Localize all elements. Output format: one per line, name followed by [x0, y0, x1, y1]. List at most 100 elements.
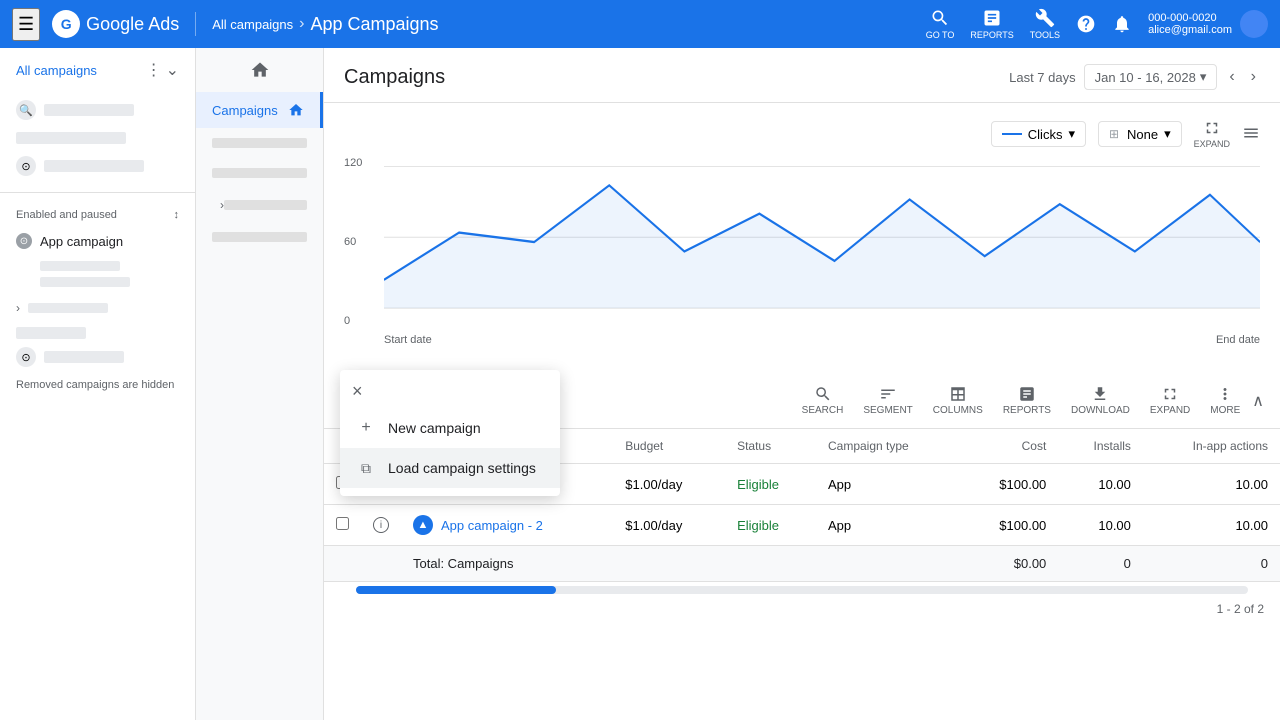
notifications-button[interactable]	[1112, 14, 1132, 34]
sidebar-item-2[interactable]	[196, 128, 323, 158]
prev-date-button[interactable]: ‹	[1225, 64, 1238, 90]
status-badge-2: Eligible	[737, 518, 779, 533]
expand-action-button[interactable]: EXPAND	[1142, 381, 1198, 420]
plus-icon: +	[356, 418, 376, 438]
date-preset-label: Last 7 days	[1009, 70, 1076, 85]
budget-cell-2: $1.00/day	[613, 505, 725, 546]
budget-cell-1: $1.00/day	[613, 464, 725, 505]
chart-more-button[interactable]	[1242, 124, 1260, 145]
col-installs: Installs	[1058, 429, 1143, 464]
user-email: alice@gmail.com	[1148, 24, 1232, 36]
next-date-button[interactable]: ›	[1247, 64, 1260, 90]
total-row: Total: Campaigns $0.00 0 0	[324, 546, 1280, 582]
brand-name: Google Ads	[86, 14, 179, 35]
close-dropdown-button[interactable]: ×	[352, 382, 363, 400]
columns-action-button[interactable]: COLUMNS	[925, 381, 991, 420]
sub-sidebar-home[interactable]	[196, 48, 323, 92]
segment-button[interactable]: ⊞ None ▾	[1098, 121, 1182, 147]
search-icon-2: ⊙	[16, 156, 36, 176]
total-label: Total: Campaigns	[401, 546, 613, 582]
page-header: Campaigns Last 7 days Jan 10 - 16, 2028 …	[324, 48, 1280, 103]
sidebar-more-button[interactable]: ⋮	[146, 60, 162, 80]
cost-cell-2: $100.00	[960, 505, 1058, 546]
sidebar-section-label: Enabled and paused ↕	[0, 201, 195, 225]
chart-expand-button[interactable]: EXPAND	[1194, 119, 1230, 149]
in-app-cell-1: 10.00	[1143, 464, 1280, 505]
load-settings-label: Load campaign settings	[388, 460, 536, 476]
google-ads-logo: G Google Ads	[52, 10, 179, 38]
sidebar-item-campaigns[interactable]: Campaigns	[196, 92, 323, 128]
hamburger-menu-button[interactable]: ☰	[12, 8, 40, 41]
col-status: Status	[725, 429, 816, 464]
nav-actions: GO TO REPORTS TOOLS 000-000-0020 alice@g…	[926, 8, 1268, 40]
chart-container: 120 60 0 Start date End date	[344, 157, 1260, 357]
page-title: Campaigns	[344, 66, 445, 89]
load-settings-icon: ⧉	[356, 458, 376, 478]
sidebar-item-5[interactable]	[196, 222, 323, 252]
user-avatar[interactable]	[1240, 10, 1268, 38]
total-cost: $0.00	[960, 546, 1058, 582]
pagination-info: 1 - 2 of 2	[324, 594, 1280, 624]
clicks-metric-button[interactable]: Clicks ▾	[991, 121, 1086, 147]
sidebar-header: All campaigns ⋮ ⌄	[0, 48, 195, 92]
user-account: 000-000-0020	[1148, 12, 1232, 24]
campaign-cell-2: ▲ App campaign - 2	[413, 515, 601, 535]
search-icon-1: 🔍	[16, 100, 36, 120]
more-action-button[interactable]: MORE	[1202, 381, 1248, 420]
segment-label: None	[1127, 127, 1158, 142]
load-settings-menu-item[interactable]: ⧉ Load campaign settings	[340, 448, 560, 488]
table-row: i ▲ App campaign - 2 $1.00/day Eligible …	[324, 505, 1280, 546]
reports-button[interactable]: REPORTS	[970, 8, 1013, 40]
date-controls: Last 7 days Jan 10 - 16, 2028 ▾ ‹ ›	[1009, 64, 1260, 90]
sidebar-divider	[0, 192, 195, 193]
installs-cell-2: 10.00	[1058, 505, 1143, 546]
sidebar-search-item-1[interactable]: 🔍	[0, 92, 195, 128]
top-navigation: ☰ G Google Ads All campaigns › App Campa…	[0, 0, 1280, 48]
metric-line-indicator	[1002, 133, 1022, 135]
tools-button[interactable]: TOOLS	[1030, 8, 1060, 40]
chart-x-labels: Start date End date	[384, 330, 1260, 350]
sidebar-item-more[interactable]: ›	[0, 297, 195, 319]
search-action-button[interactable]: SEARCH	[794, 381, 852, 420]
sidebar-expand-button[interactable]: ⌄	[166, 60, 179, 80]
installs-cell-1: 10.00	[1058, 464, 1143, 505]
horizontal-scrollbar[interactable]	[324, 582, 1280, 594]
scroll-thumb[interactable]	[356, 586, 556, 594]
campaign-icon: ⊙	[16, 233, 32, 249]
chart-controls: Clicks ▾ ⊞ None ▾ EXPAND	[344, 119, 1260, 149]
cost-cell-1: $100.00	[960, 464, 1058, 505]
segment-action-button[interactable]: SEGMENT	[855, 381, 920, 420]
reports-action-button[interactable]: REPORTS	[995, 381, 1059, 420]
sidebar-search-item-2[interactable]: ⊙	[0, 148, 195, 184]
total-in-app: 0	[1143, 546, 1280, 582]
status-badge-1: Eligible	[737, 477, 779, 492]
download-action-button[interactable]: DOWNLOAD	[1063, 381, 1138, 420]
goto-button[interactable]: GO TO	[926, 8, 955, 40]
sidebar-search-item-3[interactable]: ⊙	[16, 347, 179, 367]
new-campaign-dropdown: × + New campaign ⧉ Load campaign setting…	[340, 370, 560, 496]
campaign-name: App campaign	[40, 234, 123, 249]
campaign-link-2[interactable]: App campaign - 2	[441, 518, 543, 533]
new-campaign-menu-item[interactable]: + New campaign	[340, 408, 560, 448]
breadcrumb-parent[interactable]: All campaigns	[212, 17, 293, 32]
sub-sidebar: Campaigns ›	[196, 48, 324, 720]
help-button[interactable]	[1076, 14, 1096, 34]
metric-label: Clicks	[1028, 127, 1063, 142]
new-campaign-label: New campaign	[388, 420, 481, 436]
sidebar-bar-row-1	[0, 128, 195, 148]
collapse-button[interactable]: ∧	[1252, 391, 1264, 411]
sidebar-item-4[interactable]: ›	[196, 188, 323, 222]
info-icon-2[interactable]: i	[373, 517, 389, 533]
breadcrumb: All campaigns › App Campaigns	[212, 14, 438, 35]
sidebar-item-app-campaign[interactable]: ⊙ App campaign	[0, 225, 195, 257]
logo-icon: G	[52, 10, 80, 38]
all-campaigns-link[interactable]: All campaigns	[16, 63, 97, 78]
left-sidebar: All campaigns ⋮ ⌄ 🔍 ⊙ Enabled and paused…	[0, 48, 196, 720]
sidebar-bar-2	[44, 160, 144, 172]
sidebar-item-3[interactable]	[196, 158, 323, 188]
row-checkbox-2[interactable]	[336, 517, 349, 530]
campaign-type-icon-2: ▲	[413, 515, 433, 535]
sidebar-bottom-bars: ⊙	[0, 323, 195, 371]
date-range-picker[interactable]: Jan 10 - 16, 2028 ▾	[1084, 64, 1218, 90]
user-info[interactable]: 000-000-0020 alice@gmail.com	[1148, 10, 1268, 38]
